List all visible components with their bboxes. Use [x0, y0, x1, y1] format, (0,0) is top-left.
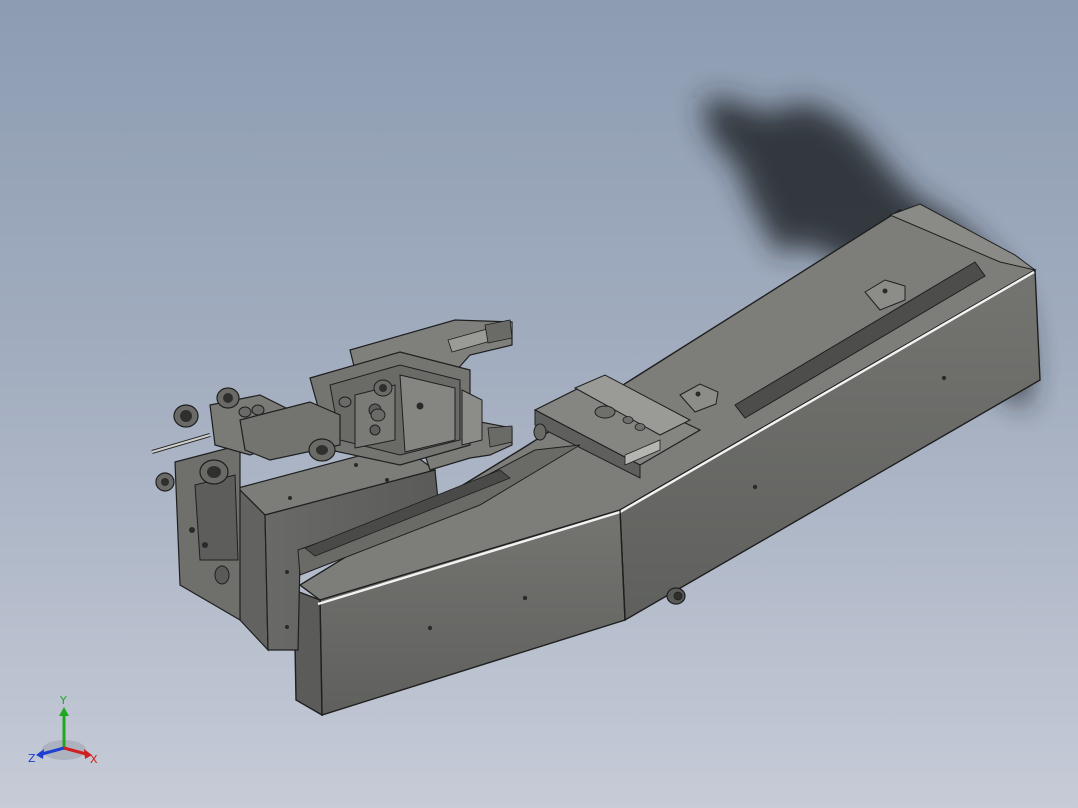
cylinder-block[interactable] [309, 351, 483, 466]
model-scene[interactable] [0, 0, 1078, 808]
mount-hole [427, 625, 433, 631]
pneumatic-fitting[interactable] [373, 379, 393, 397]
pneumatic-fitting[interactable] [308, 438, 336, 462]
pneumatic-fitting[interactable] [216, 387, 240, 409]
y-axis-label: Y [59, 694, 67, 707]
3d-viewport[interactable]: Y X Z [0, 0, 1078, 808]
mount-hole [941, 375, 947, 381]
guide-rod[interactable] [151, 433, 211, 454]
pneumatic-fitting[interactable] [173, 404, 199, 428]
pneumatic-fitting[interactable] [199, 459, 229, 485]
orientation-triad[interactable]: Y X Z [24, 692, 108, 772]
z-axis-head [36, 749, 44, 759]
y-axis-head [59, 707, 69, 716]
mount-hole [522, 595, 528, 601]
x-axis-label: X [90, 753, 98, 766]
z-axis-label: Z [28, 752, 36, 765]
pneumatic-fitting[interactable] [155, 472, 175, 492]
mount-hole [752, 484, 758, 490]
